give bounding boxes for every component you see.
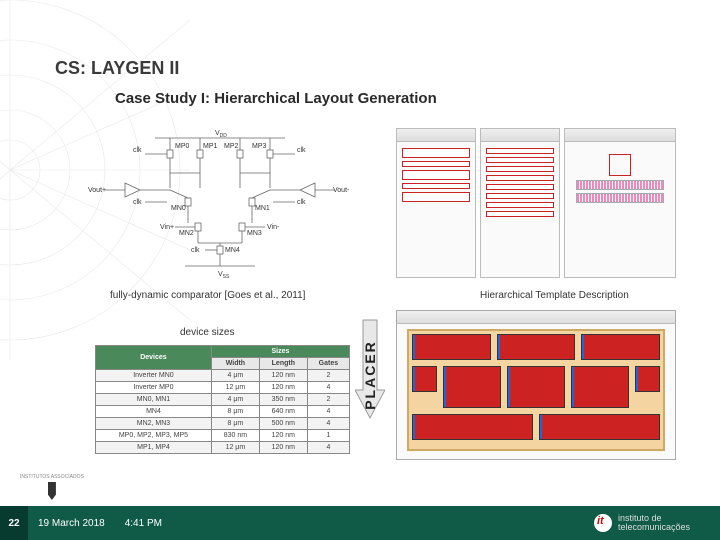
it-logo-text: instituto de telecomunicações	[618, 514, 708, 532]
table-row: Inverter MP012 μm120 nm4	[96, 382, 350, 394]
vss-label: VSS	[218, 271, 230, 278]
table-row: MN0, MN14 μm350 nm2	[96, 394, 350, 406]
th-width: Width	[211, 358, 259, 370]
template-window-3	[564, 128, 676, 278]
footer-time: 4:41 PM	[125, 518, 162, 529]
svg-text:MN1: MN1	[255, 205, 270, 212]
table-row: MN48 μm640 nm4	[96, 406, 350, 418]
th-length: Length	[259, 358, 307, 370]
svg-text:MN4: MN4	[225, 247, 240, 254]
svg-text:Vout-: Vout-	[333, 187, 350, 194]
svg-text:Vin+: Vin+	[160, 224, 174, 231]
table-row: MP1, MP412 μm120 nm4	[96, 442, 350, 454]
th-devices: Devices	[96, 346, 212, 370]
template-window-1	[396, 128, 476, 278]
th-sizes: Sizes	[211, 346, 349, 358]
caption-template: Hierarchical Template Description	[480, 290, 629, 301]
svg-text:MP0: MP0	[175, 143, 190, 150]
th-gates: Gates	[307, 358, 349, 370]
caption-comparator: fully-dynamic comparator [Goes et al., 2…	[110, 290, 305, 301]
svg-text:clk: clk	[297, 199, 306, 206]
svg-text:MN3: MN3	[247, 230, 262, 237]
chip-layout	[407, 329, 665, 451]
footer-bar: 22 19 March 2018 4:41 PM instituto de te…	[0, 506, 720, 540]
slide-subtitle: Case Study I: Hierarchical Layout Genera…	[115, 90, 437, 107]
svg-text:clk: clk	[133, 199, 142, 206]
device-sizes-table: Devices Sizes Width Length Gates Inverte…	[95, 345, 350, 454]
device-sizes-label: device sizes	[180, 327, 234, 338]
footer-date: 19 March 2018	[38, 518, 105, 529]
svg-text:clk: clk	[191, 247, 200, 254]
svg-text:clk: clk	[297, 147, 306, 154]
table-row: MN2, MN38 μm500 nm4	[96, 418, 350, 430]
svg-text:Vin-: Vin-	[267, 224, 280, 231]
comparator-schematic: VDD VSS clkclk clkclk clk Vout+Vout- Vin…	[85, 128, 355, 278]
it-logo-icon	[594, 514, 612, 532]
svg-text:MP3: MP3	[252, 143, 267, 150]
svg-text:Vout+: Vout+	[88, 187, 106, 194]
table-row: Inverter MN04 μm120 nm2	[96, 370, 350, 382]
svg-text:MP1: MP1	[203, 143, 218, 150]
svg-text:MP2: MP2	[224, 143, 239, 150]
placer-label: PLACER	[362, 315, 378, 435]
svg-text:clk: clk	[133, 147, 142, 154]
page-number: 22	[0, 506, 28, 540]
template-window-2	[480, 128, 560, 278]
layout-result-window	[396, 310, 676, 460]
slide-title: CS: LAYGEN II	[55, 58, 179, 79]
table-row: MP0, MP2, MP3, MP5830 nm120 nm1	[96, 430, 350, 442]
associated-institutes: INSTITUTOS ASSOCIADOS	[20, 474, 84, 502]
it-logo: instituto de telecomunicações	[594, 514, 708, 532]
ist-logo-icon	[48, 482, 56, 500]
svg-text:MN0: MN0	[171, 205, 186, 212]
svg-text:MN2: MN2	[179, 230, 194, 237]
template-panels	[396, 128, 676, 278]
